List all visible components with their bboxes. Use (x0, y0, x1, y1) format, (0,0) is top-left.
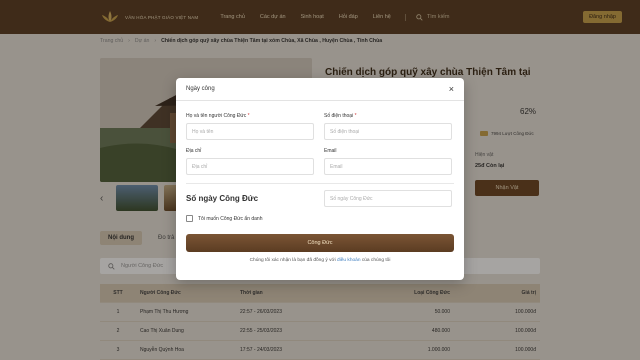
form-row: Địa chỉ Địa chỉ Email Email (186, 148, 454, 175)
anonymous-label: Tôi muốn Công Đức ẩn danh (198, 215, 263, 222)
days-row: Số ngày Công Đức Số ngày Công Đức (186, 190, 454, 207)
form-divider (186, 183, 454, 184)
days-input[interactable]: Số ngày Công Đức (324, 190, 452, 207)
modal-header: Ngày công × (176, 78, 464, 101)
submit-donation-button[interactable]: Công Đức (186, 234, 454, 252)
address-label: Địa chỉ (186, 148, 202, 154)
address-field-group: Địa chỉ Địa chỉ (186, 148, 314, 175)
required-mark: * (354, 113, 357, 119)
donation-modal: Ngày công × Họ và tên người Công Đức * H… (176, 78, 464, 280)
required-mark: * (247, 113, 250, 119)
name-input[interactable]: Họ và tên (186, 123, 314, 140)
close-icon[interactable]: × (449, 84, 454, 94)
terms-suffix: của chúng tôi (361, 258, 391, 263)
phone-label: Số điện thoại * (324, 113, 357, 119)
address-input[interactable]: Địa chỉ (186, 158, 314, 175)
terms-link[interactable]: điều khoản (337, 258, 360, 263)
anonymous-option[interactable]: Tôi muốn Công Đức ẩn danh (186, 215, 454, 222)
name-label: Họ và tên người Công Đức * (186, 113, 250, 119)
phone-input[interactable]: Số điện thoại (324, 123, 452, 140)
terms-prefix: Chúng tôi xác nhận là bạn đã đồng ý với (249, 258, 336, 263)
anonymous-checkbox[interactable] (186, 215, 193, 222)
name-field-group: Họ và tên người Công Đức * Họ và tên (186, 113, 314, 140)
terms-note: Chúng tôi xác nhận là bạn đã đồng ý với … (186, 258, 454, 263)
email-field-group: Email Email (324, 148, 452, 175)
phone-field-group: Số điện thoại * Số điện thoại (324, 113, 452, 140)
email-input[interactable]: Email (324, 158, 452, 175)
email-label: Email (324, 148, 337, 154)
modal-title: Ngày công (186, 86, 215, 92)
days-label: Số ngày Công Đức (186, 194, 259, 203)
form-row: Họ và tên người Công Đức * Họ và tên Số … (186, 113, 454, 140)
donation-form: Họ và tên người Công Đức * Họ và tên Số … (176, 101, 464, 263)
